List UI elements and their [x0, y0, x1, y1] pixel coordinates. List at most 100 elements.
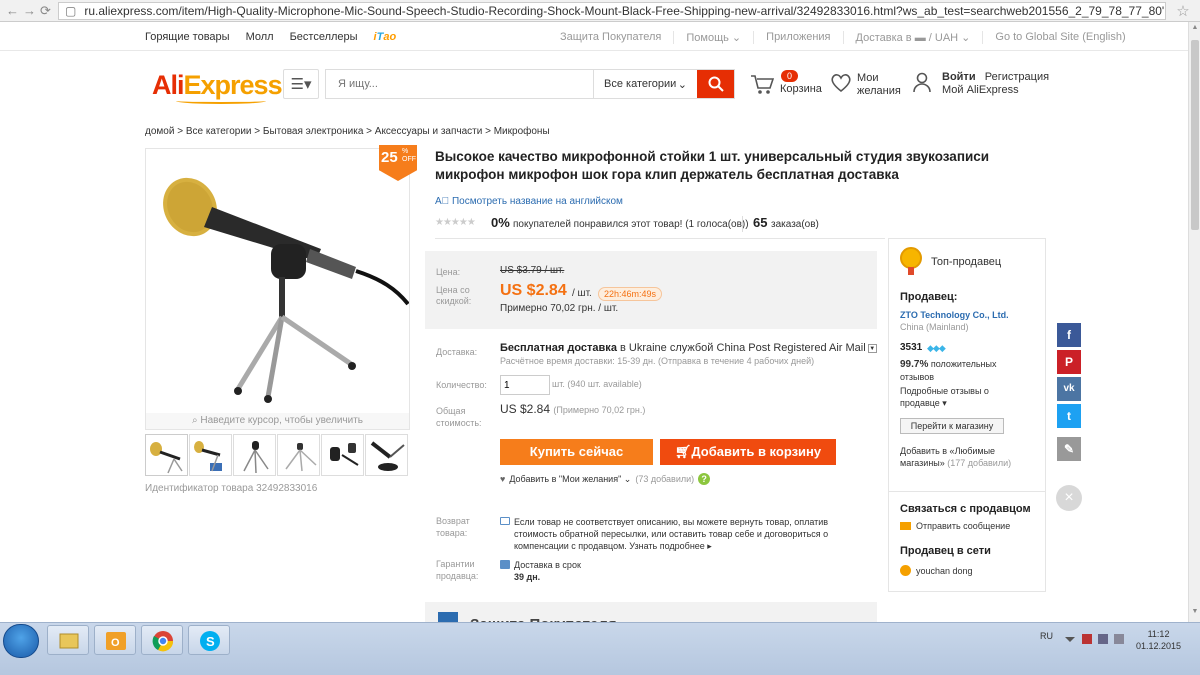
windows-taskbar: O S RU 11:12 01.12.2015	[0, 622, 1200, 675]
vk-share-button[interactable]: vk	[1057, 377, 1081, 401]
product-title: Высокое качество микрофонной стойки 1 шт…	[435, 149, 990, 182]
thumbnail-4[interactable]	[277, 434, 320, 476]
returns-more-link[interactable]: Узнать подробнее ▸	[629, 541, 712, 551]
chat-avatar-icon	[900, 565, 911, 576]
browser-nav: ← → ⟳	[0, 3, 58, 19]
my-aliexpress-link[interactable]: Мой AliExpress	[942, 84, 1049, 97]
topnav-buyer-protection[interactable]: Защита Покупателя	[560, 31, 675, 44]
topnav-global-site[interactable]: Go to Global Site (English)	[995, 31, 1137, 44]
guarantee-line2: 39 дн.	[514, 572, 541, 582]
microphone-image	[163, 177, 410, 403]
quantity-input[interactable]	[500, 375, 550, 395]
topnav-hot-deals[interactable]: Горящие товары	[145, 31, 230, 43]
language-indicator[interactable]: RU	[1040, 631, 1053, 641]
explorer-taskbar-icon[interactable]	[47, 625, 89, 655]
login-link[interactable]: Войти	[942, 71, 976, 83]
page-scrollbar[interactable]: ▲ ▼	[1188, 22, 1200, 622]
back-icon[interactable]: ←	[6, 3, 19, 19]
scrollbar-thumb[interactable]	[1191, 40, 1199, 230]
add-to-cart-button[interactable]: 🛒︎Добавить в корзину	[660, 439, 836, 465]
cart-count-badge: 0	[781, 70, 798, 82]
volume-icon[interactable]	[1114, 634, 1124, 644]
register-link[interactable]: Регистрация	[985, 71, 1049, 83]
wishlist-count: (73 добавили)	[635, 474, 695, 484]
rating-stars: ★★★★★	[435, 217, 476, 228]
flag-icon[interactable]	[1082, 634, 1092, 644]
discount-off: OFF	[402, 156, 416, 163]
forward-icon[interactable]: →	[23, 3, 36, 19]
seller-name-link[interactable]: ZTO Technology Co., Ltd.	[900, 310, 1009, 320]
topnav-help[interactable]: Помощь ⌄	[686, 31, 755, 44]
seller-panel: Топ-продавец Продавец: ZTO Technology Co…	[888, 238, 1046, 592]
product-main-image[interactable]: ⌕ Наведите курсор, чтобы увеличить	[145, 148, 410, 430]
bookmark-star-icon[interactable]: ☆	[1166, 2, 1200, 20]
returns-label: Возврат товара:	[436, 516, 470, 538]
discount-pct: %	[402, 148, 409, 155]
top-navigation: Горящие товары Молл Бестселлеры iTao Защ…	[0, 22, 1188, 51]
aliexpress-logo[interactable]: AliExpress	[152, 70, 283, 104]
thumbnail-1[interactable]	[145, 434, 188, 476]
total-label: Общая стоимость:	[436, 406, 482, 428]
product-id: Идентификатор товара 32492833016	[145, 483, 318, 494]
send-message-link[interactable]: Отправить сообщение	[900, 521, 1010, 531]
topnav-ship-to[interactable]: Доставка в ▬ / UAH ⌄	[856, 31, 984, 44]
wish-label-line1: Мои	[857, 72, 879, 84]
online-heading: Продавец в сети	[900, 545, 991, 557]
pinterest-share-button[interactable]: P	[1057, 350, 1081, 374]
thumbnail-3[interactable]	[233, 434, 276, 476]
itao-logo[interactable]: iTao	[374, 31, 397, 43]
breadcrumb[interactable]: домой > Все категории > Бытовая электрон…	[145, 126, 550, 137]
top-seller-badge: Топ-продавец	[931, 256, 1002, 268]
edit-icon[interactable]: ✎	[1057, 437, 1081, 461]
facebook-share-button[interactable]: f	[1057, 323, 1081, 347]
outlook-taskbar-icon[interactable]: O	[94, 625, 136, 655]
topnav-bestsellers[interactable]: Бестселлеры	[290, 31, 358, 43]
add-favorite-store[interactable]: Добавить в «Любимые магазины» (177 добав…	[900, 445, 1040, 469]
twitter-share-button[interactable]: t	[1057, 404, 1081, 428]
close-share-button[interactable]: ×	[1056, 485, 1082, 511]
search-input[interactable]	[326, 70, 593, 98]
scroll-down-icon[interactable]: ▼	[1190, 608, 1200, 620]
topnav-apps[interactable]: Приложения	[766, 31, 844, 44]
thumbnail-6[interactable]	[365, 434, 408, 476]
detailed-feedback-link[interactable]: Подробные отзывы о продавце ▾	[900, 385, 1030, 409]
category-menu-button[interactable]: ☰▾	[283, 69, 319, 99]
rating-percent: 0%	[491, 215, 510, 230]
wish-label-line2: желания	[857, 85, 901, 97]
system-clock[interactable]: 11:12 01.12.2015	[1136, 628, 1181, 652]
search-button[interactable]	[697, 70, 734, 98]
search-bar: Все категории⌄	[325, 69, 735, 99]
go-to-store-button[interactable]: Перейти к магазину	[900, 418, 1004, 434]
search-category-select[interactable]: Все категории ⌄	[593, 70, 697, 98]
chevron-down-icon: ⌄	[677, 78, 687, 91]
svg-text:S: S	[206, 634, 215, 649]
translate-title-link[interactable]: A⃝ Посмотреть название на английском	[435, 196, 623, 207]
reload-icon[interactable]: ⟳	[40, 3, 51, 19]
cart-link[interactable]: 0 Корзина	[750, 70, 822, 100]
scroll-up-icon[interactable]: ▲	[1190, 24, 1200, 36]
thumbnail-5[interactable]	[321, 434, 364, 476]
start-button[interactable]	[3, 624, 39, 658]
site-header: AliExpress ☰▾ Все категории⌄ 0 Корзина М…	[0, 52, 1188, 112]
help-icon[interactable]: ?	[698, 473, 711, 485]
chrome-taskbar-icon[interactable]	[141, 625, 183, 655]
seller-heading: Продавец:	[900, 291, 958, 303]
thumbnail-2[interactable]	[189, 434, 232, 476]
countdown-timer: 22h:46m:49s	[598, 287, 663, 301]
skype-taskbar-icon[interactable]: S	[188, 625, 230, 655]
search-icon	[708, 76, 724, 92]
tray-expand-icon[interactable]	[1065, 637, 1075, 642]
topnav-mall[interactable]: Молл	[246, 31, 274, 43]
online-user-link[interactable]: youchan dong	[900, 565, 973, 576]
buy-now-button[interactable]: Купить сейчас	[500, 439, 653, 465]
thumbnail-strip	[145, 434, 408, 476]
discount-price: US $2.84	[500, 282, 567, 299]
shipping-dropdown[interactable]: ▼	[867, 343, 877, 353]
rating-text[interactable]: покупателей понравился этот товар! (1 го…	[513, 219, 749, 230]
url-field[interactable]: ▢ ru.aliexpress.com/item/High-Quality-Mi…	[58, 1, 1166, 20]
price-label: Цена:	[436, 267, 461, 277]
returns-policy: Если товар не соответствует описанию, вы…	[500, 516, 845, 552]
add-to-wishlist[interactable]: ♥ Добавить в "Мои желания" ⌄ (73 добавил…	[500, 473, 711, 485]
discount-price-label: Цена со скидкой:	[436, 285, 472, 306]
network-icon[interactable]	[1098, 634, 1108, 644]
